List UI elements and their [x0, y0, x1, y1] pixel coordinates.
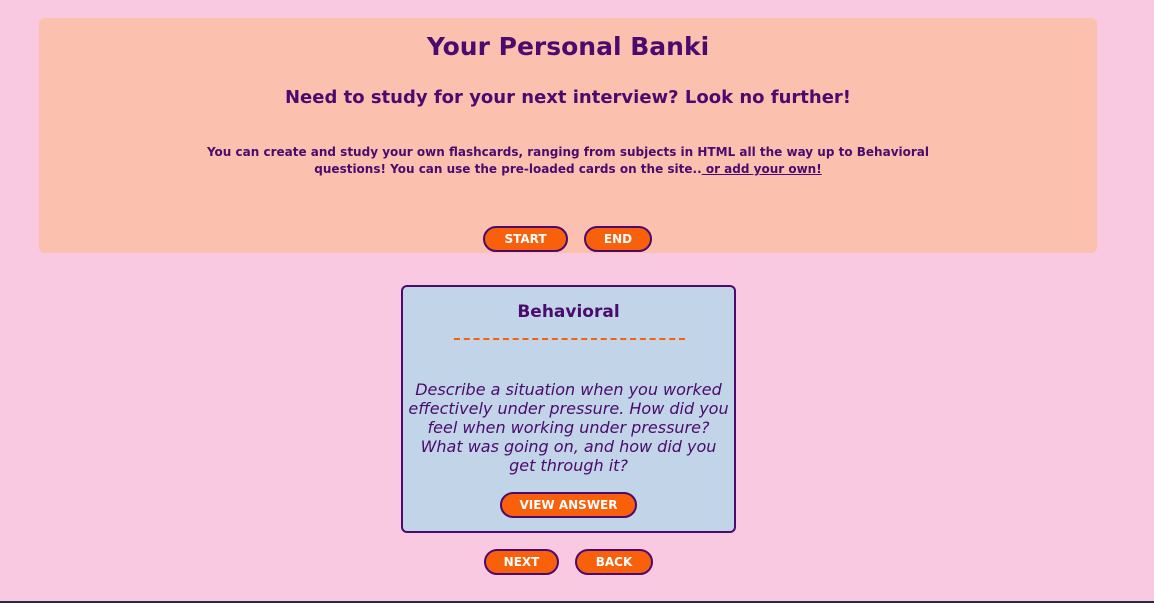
next-button[interactable]: NEXT	[484, 549, 559, 575]
card-question: Describe a situation when you worked eff…	[408, 380, 729, 475]
back-button[interactable]: BACK	[575, 549, 653, 575]
end-button[interactable]: END	[584, 226, 652, 252]
card-category: Behavioral	[517, 302, 620, 322]
card-divider	[454, 338, 685, 340]
start-button[interactable]: START	[483, 226, 568, 252]
tagline: Need to study for your next interview? L…	[284, 87, 852, 108]
view-answer-button[interactable]: VIEW ANSWER	[500, 492, 637, 518]
header-panel: Your Personal Banki Need to study for yo…	[39, 18, 1097, 253]
add-your-own-link[interactable]: or add your own!	[702, 162, 822, 176]
flashcard: Behavioral Describe a situation when you…	[401, 285, 736, 533]
site-title: Your Personal Banki	[426, 32, 710, 61]
intro-paragraph: You can create and study your own flashc…	[199, 144, 937, 178]
